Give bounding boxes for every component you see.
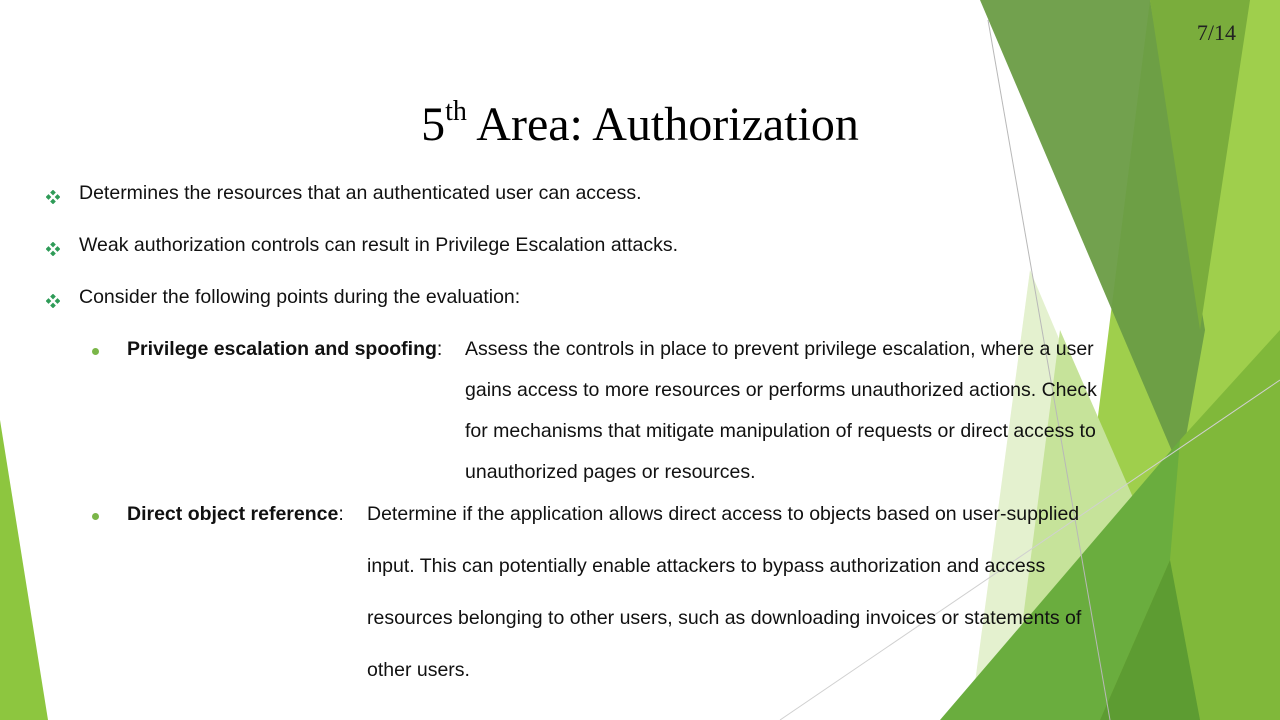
bullet-text: Determines the resources that an authent… — [79, 182, 642, 204]
page-number: 7/14 — [1196, 20, 1236, 45]
diamond-bullet-icon — [46, 190, 60, 204]
sub-point-description-line: unauthorized pages or resources. — [465, 461, 756, 483]
sub-point-description-line: gains access to more resources or perfor… — [465, 379, 1097, 401]
sub-point-description-line: for mechanisms that mitigate manipulatio… — [465, 420, 1096, 442]
sub-point-description-line: resources belonging to other users, such… — [367, 607, 1082, 629]
sub-point-description-line: Determine if the application allows dire… — [367, 503, 1080, 525]
bullet-text: Weak authorization controls can result i… — [79, 234, 679, 256]
sub-point-description-line: other users. — [367, 659, 470, 681]
bullet-text: Consider the following points during the… — [79, 286, 521, 308]
slide: 7/14 5th Area: Authorization Determines … — [0, 0, 1280, 720]
slide-title: 5th Area: Authorization — [0, 98, 1280, 149]
round-bullet-icon — [92, 348, 99, 355]
left-green-strip — [0, 420, 48, 720]
diamond-bullet-icon — [46, 294, 60, 308]
sub-point-description-line: input. This can potentially enable attac… — [367, 555, 1046, 577]
round-bullet-icon — [92, 513, 99, 520]
diamond-bullet-icon — [46, 242, 60, 256]
title-text: Area: Authorization — [476, 98, 859, 151]
sub-point-term: Direct object reference: — [127, 503, 344, 525]
sub-point-description-line: Assess the controls in place to prevent … — [465, 338, 1094, 360]
sub-point-term: Privilege escalation and spoofing: — [127, 338, 443, 360]
title-ordinal: 5 — [421, 98, 446, 151]
title-ordinal-suffix: th — [445, 96, 467, 127]
